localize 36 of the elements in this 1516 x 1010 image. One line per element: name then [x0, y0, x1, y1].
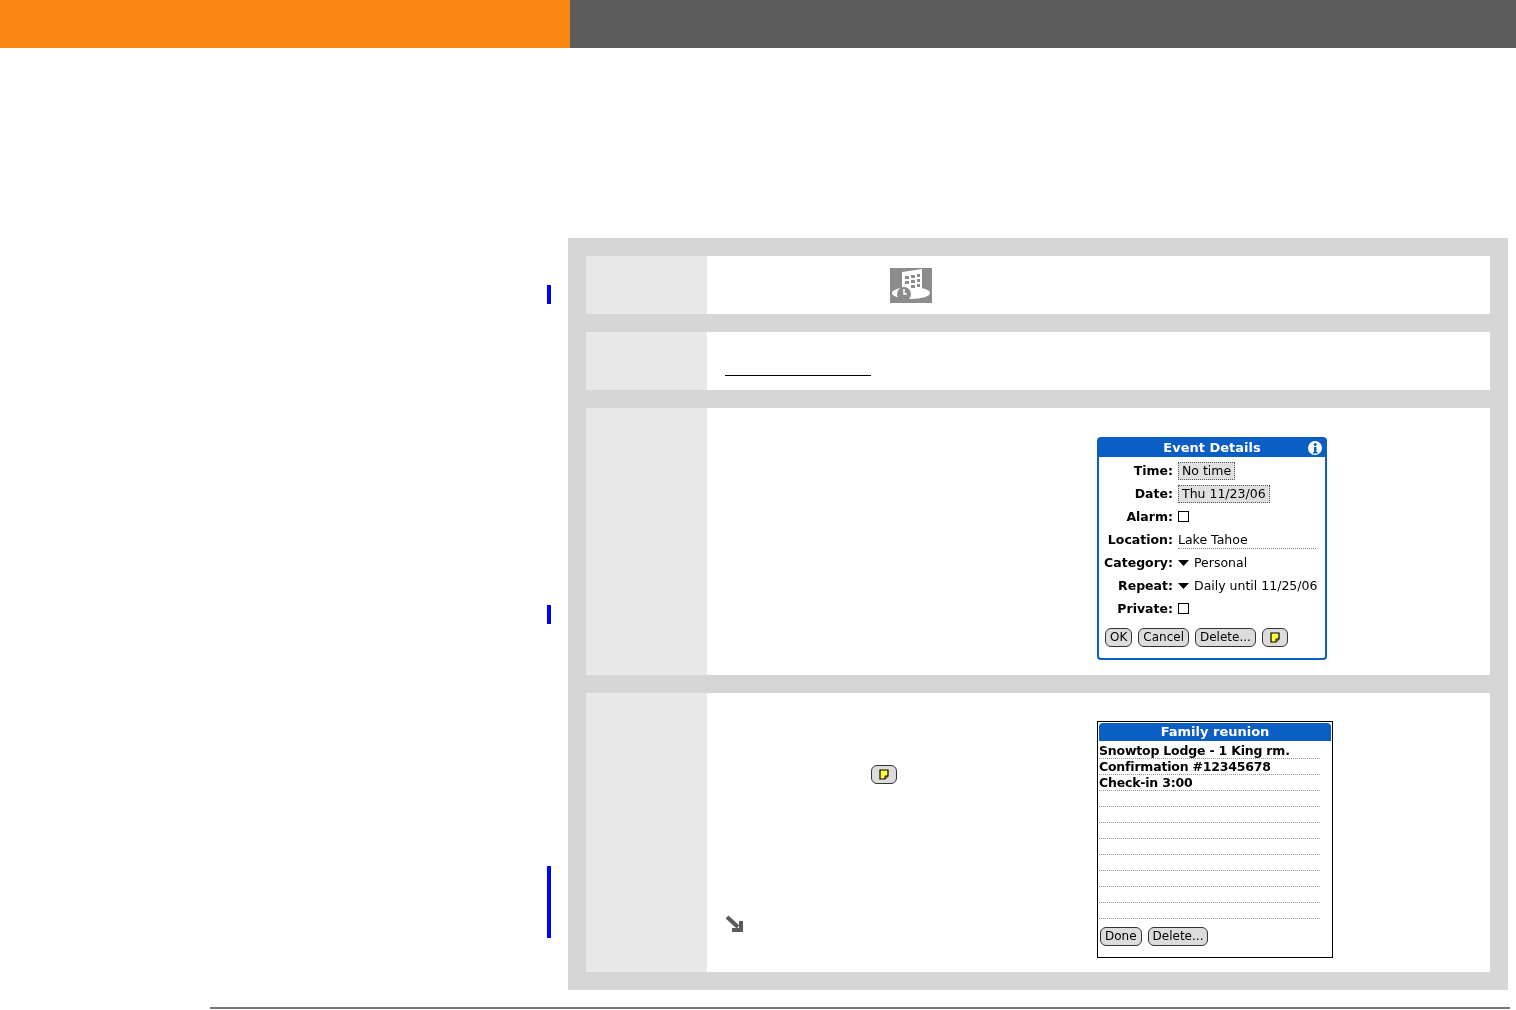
note-button[interactable] [1261, 627, 1288, 647]
field-label: Category: [1103, 553, 1173, 572]
note-title: Family reunion [1099, 722, 1331, 741]
change-bar [547, 285, 551, 304]
note-text-line: Confirmation #12345678 [1099, 759, 1271, 774]
note-button[interactable] [871, 764, 897, 784]
arrow-down-right-icon [725, 914, 745, 933]
dialog-title: Event Details [1163, 440, 1261, 456]
dialog-button[interactable]: OK [1105, 627, 1133, 647]
field-label: Time: [1132, 461, 1173, 480]
note-icon [879, 768, 889, 780]
info-icon[interactable] [1308, 440, 1322, 455]
dropdown-trigger[interactable]: Daily until 11/25/06 [1178, 578, 1318, 594]
checkbox[interactable] [1178, 603, 1189, 615]
change-bar [547, 866, 551, 938]
note-icon [1269, 631, 1280, 643]
field-label: Repeat: [1117, 576, 1173, 595]
field-label: Date: [1133, 484, 1173, 503]
dialog-button[interactable]: Delete... [1195, 627, 1256, 647]
calendar-clock-icon[interactable] [890, 268, 932, 303]
selector-trigger[interactable]: No time [1178, 461, 1236, 480]
selector-trigger[interactable]: Thu 11/23/06 [1178, 484, 1270, 503]
dialog-button[interactable]: Delete... [1147, 926, 1209, 946]
change-bar [547, 605, 551, 624]
dropdown-trigger[interactable]: Personal [1178, 555, 1248, 571]
field-label: Alarm: [1125, 507, 1173, 526]
input-field[interactable]: Lake Tahoe [1178, 530, 1316, 549]
field-label: Private: [1116, 599, 1173, 618]
dialog-button[interactable]: Done [1100, 926, 1142, 946]
dialog-button[interactable]: Cancel [1138, 627, 1189, 647]
note-text-line: Check-in 3:00 [1099, 775, 1193, 790]
field-label: Location: [1106, 530, 1173, 549]
note-text-line: Snowtop Lodge - 1 King rm. [1099, 743, 1290, 758]
dropdown-triangle-icon [1178, 582, 1189, 589]
checkbox[interactable] [1178, 511, 1189, 523]
dropdown-triangle-icon [1178, 559, 1189, 566]
